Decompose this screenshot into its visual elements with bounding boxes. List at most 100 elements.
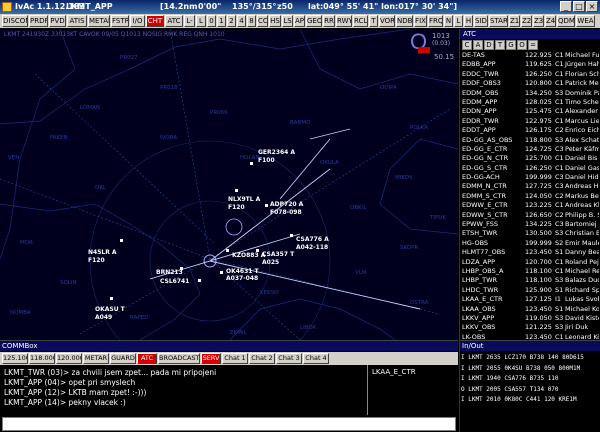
close-button[interactable]: × bbox=[586, 1, 598, 12]
minimize-button[interactable]: _ bbox=[560, 1, 572, 12]
comm-tab-atc[interactable]: ATC bbox=[137, 353, 157, 364]
atc-row[interactable]: LHBP_TWR 118.100S3Balazs Dudi bbox=[462, 276, 599, 285]
atc-row[interactable]: LKAA_E_CTR 127.125 I1 Lukas Svob bbox=[462, 295, 599, 304]
toolbar-button-fix[interactable]: FIX bbox=[414, 15, 427, 27]
atc-row[interactable]: EDWW_E_CTR 123.225 C1 Andreas Kl bbox=[462, 201, 599, 210]
flight-strip[interactable]: I LKMT 2010 0K80C C441 120 KRE1M bbox=[460, 395, 600, 406]
flight-strip[interactable]: I LKMT 2635 LCZ170 B738 140 80D615 bbox=[460, 353, 600, 364]
radar-scope[interactable]: PR018 VEN OKL MOR BARMO ODIPA POLKA HOLA… bbox=[0, 29, 458, 340]
atc-row[interactable]: EPWW_FSS 134.225 C3 Bartomiej F bbox=[462, 220, 599, 229]
flight-strip[interactable]: I LKMT 2055 0K4SU B738 050 800M1M bbox=[460, 364, 600, 375]
aircraft-target[interactable]: OKASU T A049 bbox=[95, 297, 126, 321]
atc-row[interactable]: EDMM_N_CTR 127.725 C3 Andreas He bbox=[462, 182, 599, 191]
radar-map[interactable]: PR018 VEN OKL MOR BARMO ODIPA POLKA HOLA… bbox=[0, 29, 458, 340]
selected-station[interactable]: LKAA_E_CTR bbox=[372, 368, 416, 376]
toolbar-button-i-o[interactable]: I/O bbox=[130, 15, 145, 27]
atc-tab[interactable]: T bbox=[495, 40, 505, 50]
atc-row[interactable]: EDBB_APP 119.625C1Jürgen Hahn bbox=[462, 60, 599, 69]
atc-row[interactable]: EDWW_S_CTR 126.650 C2 Philipp B. S bbox=[462, 211, 599, 220]
flight-strip[interactable]: O LKMT 2005 CSA557 T134 070 bbox=[460, 385, 600, 396]
toolbar-button-atis[interactable]: ATIS bbox=[67, 15, 87, 27]
toolbar-button-cht[interactable]: CHT bbox=[146, 15, 164, 27]
atc-tab[interactable]: = bbox=[528, 40, 538, 50]
toolbar-button-0[interactable]: 0 bbox=[207, 15, 216, 27]
aircraft-target[interactable]: ADP720 A F078-098 bbox=[265, 201, 304, 216]
atc-row[interactable]: ED-GG-ACH 199.999 C3 Daniel Hidr bbox=[462, 173, 599, 182]
comm-tab-120-000[interactable]: 120.000 bbox=[56, 353, 82, 364]
atc-row[interactable]: LKAA_OBS 123.450S1Michael Kob bbox=[462, 305, 599, 314]
toolbar-button-atc[interactable]: ATC bbox=[165, 15, 183, 27]
toolbar-button-4[interactable]: 4 bbox=[237, 15, 246, 27]
toolbar-button-ndb[interactable]: NDB bbox=[396, 15, 413, 27]
toolbar-button-discon[interactable]: DISCON bbox=[2, 15, 28, 27]
atc-row[interactable]: LHDC_TWR 125.900S1Richard Spit bbox=[462, 286, 599, 295]
atc-row[interactable]: EDDM_APP 128.025C1Timo Schenk bbox=[462, 98, 599, 107]
comm-tab-chat-2[interactable]: Chat 2 bbox=[249, 353, 275, 364]
aircraft-target[interactable]: CSA357 T A025 bbox=[256, 249, 295, 266]
toolbar-button-qdm[interactable]: QDM bbox=[557, 15, 575, 27]
atc-row[interactable]: EDDT_APP 126.175 C2 Enrico Eichl bbox=[462, 126, 599, 135]
toolbar-button-z3[interactable]: Z3 bbox=[533, 15, 544, 27]
atc-row[interactable]: LHBP_OBS_A 118.100C1Michael Reh bbox=[462, 267, 599, 276]
comm-tab-serv[interactable]: SERV bbox=[201, 353, 221, 364]
comm-tab-chat-1[interactable]: Chat 1 bbox=[222, 353, 248, 364]
atc-tab[interactable]: O bbox=[517, 40, 527, 50]
atc-row[interactable]: EDDF_OBS3 120.800C1Patrick Mehr bbox=[462, 79, 599, 88]
toolbar-button-star[interactable]: STAR bbox=[489, 15, 508, 27]
toolbar-button-h[interactable]: H bbox=[464, 15, 473, 27]
atc-row[interactable]: EDDC_TWR 126.250 C1 Florian Sch bbox=[462, 70, 599, 79]
toolbar-button-ap[interactable]: AP bbox=[294, 15, 305, 27]
toolbar-button-vor[interactable]: VOR bbox=[379, 15, 395, 27]
toolbar-button-rwy[interactable]: RWY bbox=[336, 15, 352, 27]
atc-row[interactable]: ED-GG_E_CTR 124.725C3Peter Käfme bbox=[462, 145, 599, 154]
aircraft-target[interactable]: OK4631 T A037-048 bbox=[220, 268, 260, 282]
atc-row[interactable]: EDDN_APP 125.475C1Alexander H bbox=[462, 107, 599, 116]
toolbar-button-frq[interactable]: FRQ bbox=[428, 15, 443, 27]
atc-row[interactable]: ED-GG_S_CTR 126.250 C1 Daniel Gast bbox=[462, 164, 599, 173]
atc-tab[interactable]: G bbox=[506, 40, 516, 50]
atc-row[interactable]: HLMT77_OBS 123.450S1Danny Bear bbox=[462, 248, 599, 257]
toolbar-button-rcl[interactable]: RCL bbox=[353, 15, 368, 27]
comm-tab-broadcast[interactable]: BROADCAST bbox=[158, 353, 200, 364]
atc-row[interactable]: LKKV_APP 119.050S3David Kister bbox=[462, 314, 599, 323]
comm-tab-125-100[interactable]: 125.100 bbox=[2, 353, 28, 364]
toolbar-button-z2[interactable]: Z2 bbox=[521, 15, 532, 27]
toolbar-button-sid[interactable]: SID bbox=[474, 15, 488, 27]
toolbar-button-metar[interactable]: METAR bbox=[88, 15, 110, 27]
comm-tab-118-000[interactable]: 118.000 bbox=[29, 353, 55, 364]
toolbar-button-1[interactable]: 1 bbox=[217, 15, 226, 27]
atc-row[interactable]: LDZA_APP 120.700 C1 Roland Pejl bbox=[462, 258, 599, 267]
atc-tab[interactable]: A bbox=[473, 40, 483, 50]
atc-row[interactable]: DE-TAS 122.925 C1 Michael Fu bbox=[462, 51, 599, 60]
toolbar-button-8[interactable]: 8 bbox=[247, 15, 256, 27]
atc-row[interactable]: EDMM_S_CTR 124.050C2Markus Bern bbox=[462, 192, 599, 201]
toolbar-button-hs[interactable]: HS bbox=[269, 15, 281, 27]
toolbar-button-ls[interactable]: LS bbox=[282, 15, 293, 27]
aircraft-target[interactable]: CSA776 A A042-118 bbox=[290, 234, 329, 251]
atc-tab[interactable]: C bbox=[462, 40, 472, 50]
toolbar-button-l[interactable]: L bbox=[454, 15, 463, 27]
atc-row[interactable]: EDDR_TWR 122.975 C1 Marcus Lie bbox=[462, 117, 599, 126]
aircraft-target[interactable]: N45LR A F120 bbox=[88, 239, 123, 264]
toolbar-button-n[interactable]: N bbox=[444, 15, 453, 27]
comm-tab-guard[interactable]: GUARD bbox=[110, 353, 136, 364]
toolbar-button-prdf[interactable]: PRDF bbox=[29, 15, 48, 27]
toolbar-button-wea[interactable]: WEA bbox=[576, 15, 595, 27]
flight-strip[interactable]: I LKMT 1940 CSA776 B735 110 bbox=[460, 374, 600, 385]
chat-input[interactable] bbox=[2, 417, 456, 431]
toolbar-button-2[interactable]: 2 bbox=[227, 15, 236, 27]
toolbar-button-l[interactable]: L bbox=[196, 15, 206, 27]
comm-tab-metar[interactable]: METAR bbox=[83, 353, 109, 364]
toolbar-button-geo[interactable]: GEO bbox=[306, 15, 322, 27]
atc-row[interactable]: ED-GG_N_CTR 125.700 C1 Daniel Bis bbox=[462, 154, 599, 163]
atc-row[interactable]: ED-GG_AS_OBS 118.800 S3 Alex Schatt bbox=[462, 136, 599, 145]
atc-tab[interactable]: D bbox=[484, 40, 494, 50]
comm-tab-chat-4[interactable]: Chat 4 bbox=[303, 353, 329, 364]
atc-row[interactable]: LKKV_OBS 121.225 S3 Jiri Duk bbox=[462, 323, 599, 332]
toolbar-button-fstr[interactable]: FSTR bbox=[111, 15, 129, 27]
toolbar-button-cc[interactable]: CC bbox=[257, 15, 268, 27]
toolbar-button-z1[interactable]: Z1 bbox=[509, 15, 520, 27]
toolbar-button-pvd[interactable]: PVD bbox=[49, 15, 66, 27]
maximize-button[interactable]: □ bbox=[573, 1, 585, 12]
toolbar-button-rr[interactable]: RR bbox=[323, 15, 335, 27]
